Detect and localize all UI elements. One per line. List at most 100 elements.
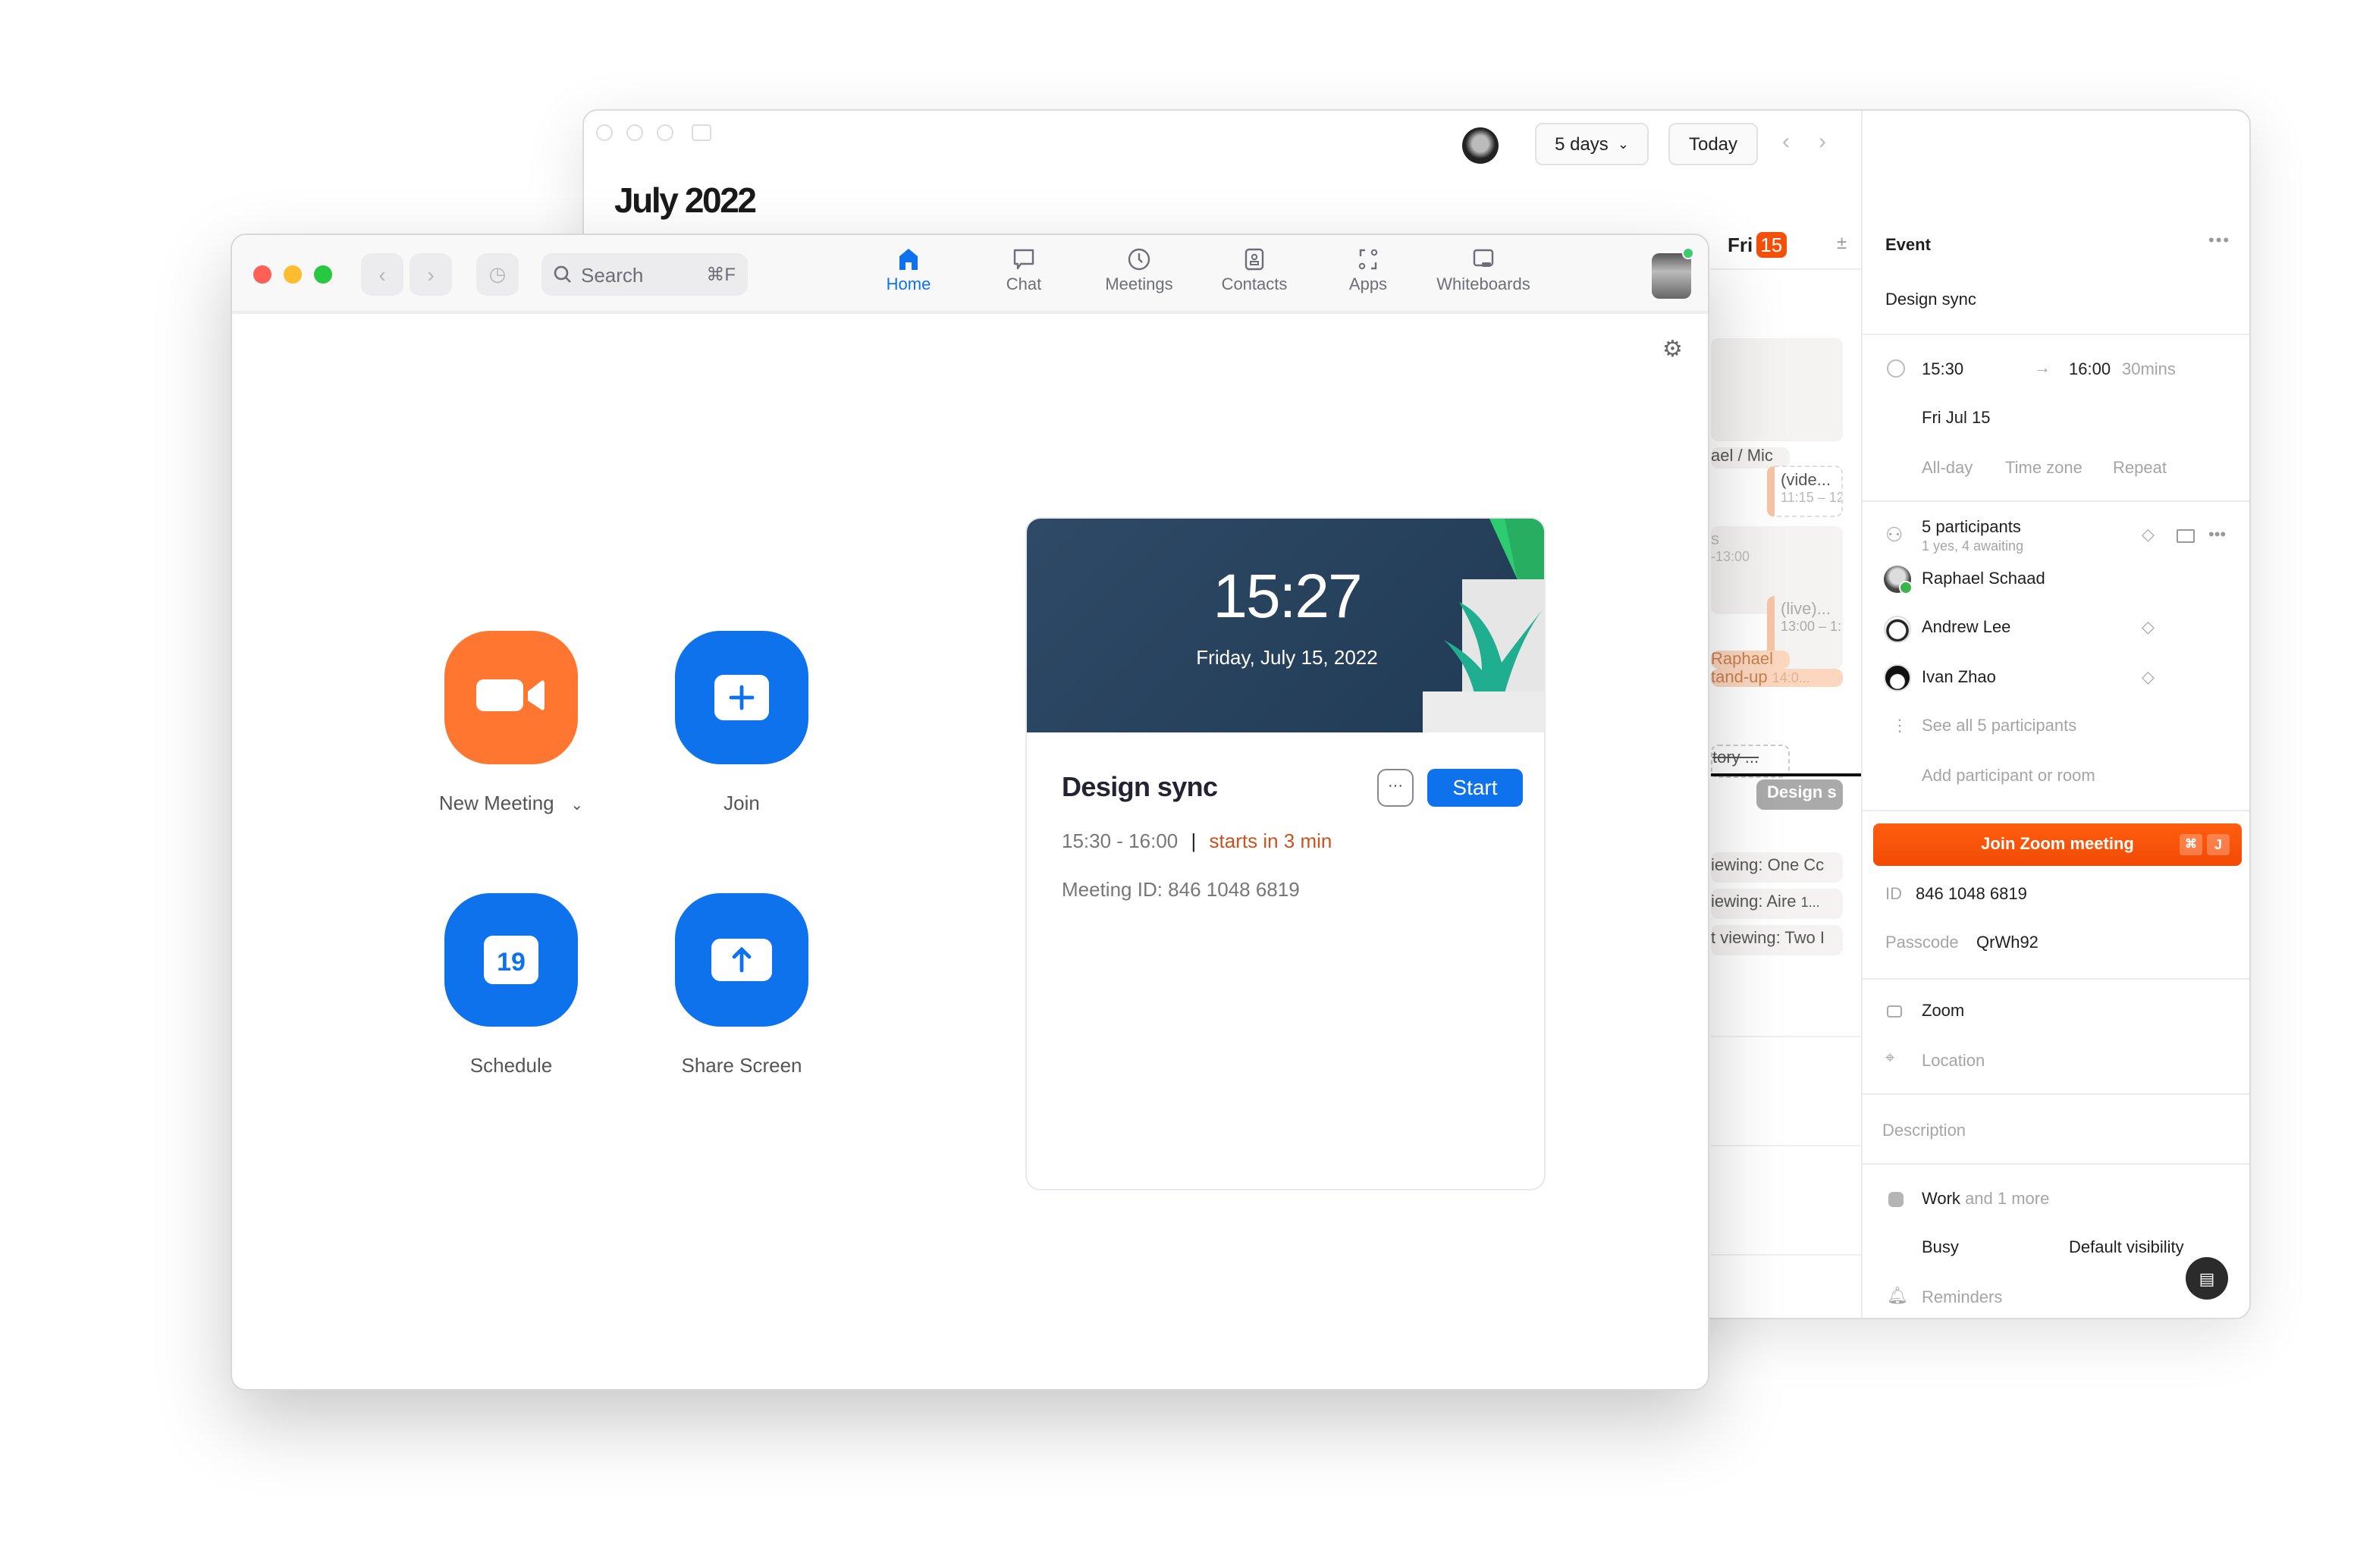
hour-line [1711, 1036, 1861, 1037]
calendar-name: Work [1922, 1190, 1960, 1209]
today-button[interactable]: Today [1668, 123, 1758, 165]
tab-label: Meetings [1105, 276, 1173, 294]
start-button[interactable]: Start [1427, 769, 1523, 807]
online-status-dot [1682, 247, 1694, 259]
calendar-event[interactable] [1711, 338, 1843, 441]
message-icon: ▤ [2199, 1270, 2215, 1288]
reminders-field[interactable]: Reminders [1922, 1289, 2002, 1307]
vertical-dots-icon: ⋮ [1891, 717, 1908, 735]
location-input[interactable]: Location [1922, 1052, 1985, 1071]
tab-whiteboards[interactable]: Whiteboards [1415, 247, 1552, 294]
day-column: ael / Mic (vide... 11:15 – 12 s -13:00 (… [1711, 217, 1861, 1318]
join-label[interactable]: Join [605, 792, 878, 814]
start-time[interactable]: 15:30 [1922, 361, 1963, 379]
profile-avatar[interactable] [1652, 253, 1691, 299]
layers-icon[interactable]: ◇ [2142, 525, 2155, 544]
meeting-title: Design sync [1062, 772, 1218, 802]
availability-select[interactable]: Busy [1922, 1239, 1959, 1257]
participant-name[interactable]: Raphael Schaad [1922, 570, 2045, 588]
more-icon[interactable]: ••• [2208, 232, 2230, 250]
repeat-option[interactable]: Repeat [2113, 459, 2167, 478]
avatar [1884, 566, 1913, 594]
hour-line [1711, 1145, 1861, 1146]
view-range-select[interactable]: 5 days ⌄ [1535, 123, 1649, 165]
share-screen-button[interactable] [675, 893, 808, 1027]
event-title-field[interactable]: Design sync [1885, 291, 1976, 309]
search-icon [554, 265, 571, 283]
chevron-down-icon[interactable]: ⌄ [570, 798, 583, 814]
calendar-event-selected[interactable]: Design s [1756, 779, 1843, 810]
settings-gear-icon[interactable]: ⚙ [1662, 335, 1683, 362]
chevron-down-icon: ⌄ [1617, 136, 1629, 151]
event-title: Design s [1767, 784, 1837, 802]
window-minimize-button[interactable] [284, 265, 302, 284]
current-date: Friday, July 15, 2022 [1196, 646, 1378, 669]
join-button[interactable] [675, 631, 808, 764]
time-zone-option[interactable]: Time zone [2005, 459, 2083, 478]
starts-in: starts in 3 min [1209, 829, 1332, 852]
tab-label: Home [886, 276, 931, 294]
window-close-button[interactable] [596, 124, 613, 141]
calendar-event[interactable]: iewing: One Cc [1711, 852, 1843, 883]
current-time: 15:27 [1213, 561, 1362, 631]
more-icon[interactable]: ••• [2208, 526, 2226, 544]
event-title: (vide... [1781, 472, 1831, 490]
calendar-icon: 19 [484, 936, 538, 984]
history-button[interactable]: ◷ [476, 253, 519, 296]
conferencing-field[interactable]: Zoom [1922, 1002, 1964, 1021]
calendar-color-swatch [1888, 1192, 1904, 1207]
clock-icon [1128, 248, 1150, 271]
event-more: 1... [1800, 895, 1820, 910]
all-day-option[interactable]: All-day [1922, 459, 1973, 478]
hour-line [1711, 1254, 1861, 1256]
optional-diamond-icon[interactable]: ◇ [2142, 617, 2155, 637]
calendar-event[interactable]: t viewing: Two I [1711, 925, 1843, 955]
tab-label: Contacts [1221, 276, 1288, 294]
calendar-event[interactable]: (vide... 11:15 – 12 [1767, 466, 1843, 517]
window-close-button[interactable] [253, 265, 271, 284]
event-title: iewing: One Cc [1711, 857, 1825, 875]
sidebar-toggle-icon[interactable] [692, 124, 711, 141]
event-date[interactable]: Fri Jul 15 [1922, 409, 1991, 428]
meeting-id: Meeting ID: 846 1048 6819 [1062, 878, 1300, 901]
search-input[interactable]: Search ⌘F [541, 253, 748, 296]
calendar-event[interactable]: Raphael [1711, 651, 1790, 669]
divider [1863, 1093, 2249, 1095]
calendar-select[interactable]: Work and 1 more [1922, 1190, 2049, 1209]
participants-status: 1 yes, 4 awaiting [1922, 538, 2024, 554]
chat-bubble-button[interactable]: ▤ [2186, 1257, 2228, 1300]
more-options-button[interactable]: ··· [1377, 769, 1414, 807]
forward-button[interactable]: › [410, 253, 452, 296]
optional-diamond-icon[interactable]: ◇ [2142, 667, 2155, 687]
description-input[interactable]: Description [1882, 1122, 1966, 1140]
back-button[interactable]: ‹ [361, 253, 403, 296]
calendar-event[interactable]: iewing: Aire 1... [1711, 889, 1843, 919]
previous-icon[interactable]: ‹ [1782, 129, 1790, 155]
accepted-check-icon [1899, 581, 1913, 594]
participant-name[interactable]: Ivan Zhao [1922, 669, 1996, 687]
divider [1863, 810, 2249, 811]
share-screen-label[interactable]: Share Screen [605, 1054, 878, 1077]
window-zoom-button[interactable] [314, 265, 332, 284]
participant-name[interactable]: Andrew Lee [1922, 619, 2010, 637]
meeting-id-value[interactable]: 846 1048 6819 [1916, 886, 2027, 904]
schedule-button[interactable]: 19 [444, 893, 578, 1027]
event-title: t viewing: Two I [1711, 930, 1825, 948]
add-participant-input[interactable]: Add participant or room [1922, 767, 2095, 786]
next-icon[interactable]: › [1819, 129, 1826, 155]
window-zoom-button[interactable] [657, 124, 673, 141]
passcode-value[interactable]: QrWh92 [1976, 934, 2039, 952]
window-minimize-button[interactable] [626, 124, 643, 141]
end-time[interactable]: 16:00 [2069, 361, 2111, 379]
join-zoom-meeting-button[interactable]: Join Zoom meeting ⌘ J [1873, 823, 2242, 866]
tab-label: Chat [1006, 276, 1042, 294]
calendar-event[interactable]: tand-up 14:0... [1711, 669, 1843, 687]
visibility-select[interactable]: Default visibility [2069, 1239, 2184, 1257]
search-shortcut: ⌘F [706, 264, 736, 285]
new-meeting-button[interactable] [444, 631, 578, 764]
user-avatar[interactable] [1462, 127, 1499, 164]
contacts-icon [1244, 248, 1264, 271]
event-title: tand-up [1711, 669, 1768, 687]
see-all-participants-link[interactable]: See all 5 participants [1922, 717, 2076, 735]
mail-icon[interactable] [2177, 529, 2195, 543]
